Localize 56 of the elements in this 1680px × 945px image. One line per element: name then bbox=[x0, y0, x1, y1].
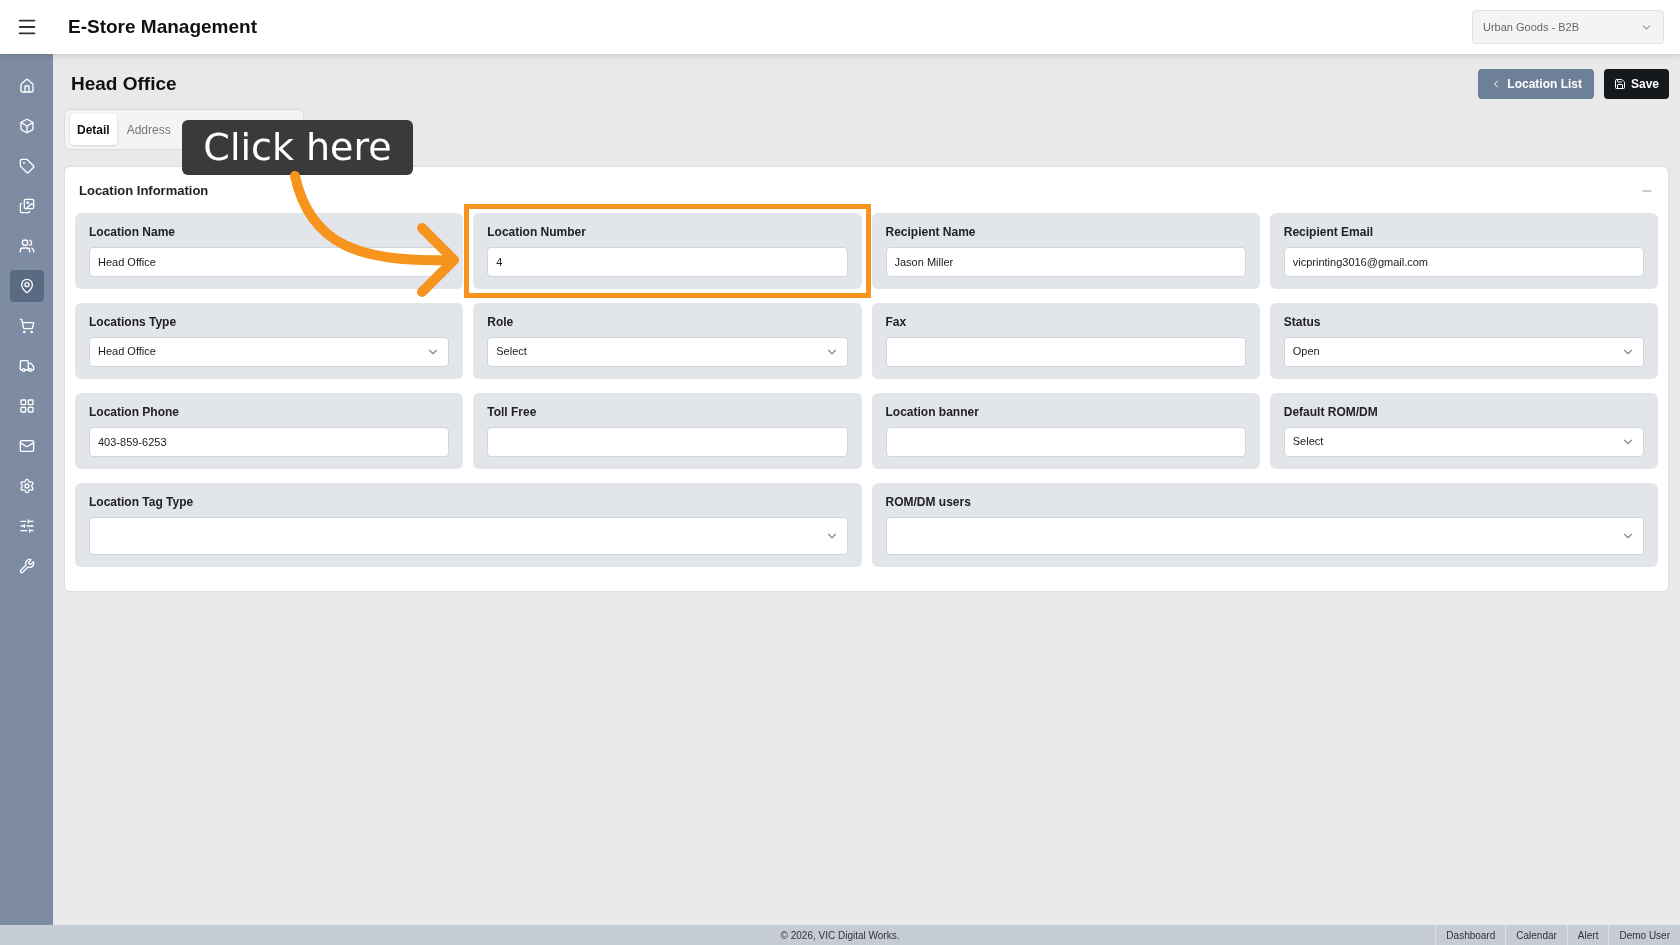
users-icon bbox=[18, 238, 35, 254]
footer-link[interactable]: Alert bbox=[1566, 925, 1609, 945]
field-label: Role bbox=[487, 313, 515, 331]
field-label: ROM/DM users bbox=[885, 493, 972, 511]
truck-icon bbox=[18, 358, 35, 374]
select-field[interactable] bbox=[885, 516, 1644, 555]
input-field[interactable]: vicprinting3016@gmail.com bbox=[1283, 246, 1644, 277]
mail-icon bbox=[18, 438, 35, 454]
field-label: Location Number bbox=[487, 223, 587, 241]
sliders-icon bbox=[18, 518, 35, 534]
input-field[interactable]: 403-859-6253 bbox=[89, 426, 450, 457]
field-label: Default ROM/DM bbox=[1283, 403, 1379, 421]
field-label: Location Phone bbox=[89, 403, 180, 421]
select-field[interactable]: Open bbox=[1283, 336, 1644, 367]
select-field[interactable]: Select bbox=[487, 336, 848, 367]
footer-link[interactable]: Demo User bbox=[1608, 925, 1680, 945]
section-title: Location Information bbox=[79, 182, 209, 200]
app-title: E-Store Management bbox=[68, 14, 257, 39]
copyright-text: © 2026, VIC Digital Works. bbox=[780, 928, 900, 943]
box-icon bbox=[18, 118, 35, 134]
input-field[interactable] bbox=[487, 426, 848, 457]
cart-icon bbox=[18, 318, 35, 334]
location-list-button[interactable]: Location List bbox=[1478, 69, 1594, 99]
tab[interactable]: Address bbox=[119, 114, 178, 145]
field-label: Location banner bbox=[885, 403, 980, 421]
store-select[interactable]: Urban Goods - B2B bbox=[1472, 10, 1664, 44]
input-field[interactable] bbox=[885, 426, 1246, 457]
select-field[interactable]: Head Office bbox=[89, 336, 450, 367]
field-label: Location Name bbox=[89, 223, 176, 241]
field-label: Recipient Email bbox=[1283, 223, 1375, 241]
save-button[interactable]: Save bbox=[1603, 69, 1669, 99]
tag-icon bbox=[18, 158, 35, 174]
select-field[interactable] bbox=[89, 516, 848, 555]
input-field[interactable]: 4 bbox=[487, 246, 848, 277]
sidebar-item[interactable] bbox=[9, 270, 44, 302]
wrench-icon bbox=[18, 558, 35, 574]
field-label: Location Tag Type bbox=[89, 493, 195, 511]
image-icon bbox=[18, 198, 35, 214]
grid-icon bbox=[18, 398, 35, 414]
save-icon bbox=[1613, 78, 1626, 90]
input-field[interactable]: Jason Miller bbox=[885, 246, 1246, 277]
select-field[interactable]: Select bbox=[1283, 426, 1644, 457]
field-label: Recipient Name bbox=[885, 223, 977, 241]
footer-link[interactable]: Dashboard bbox=[1435, 925, 1506, 945]
callout: Click here bbox=[182, 120, 413, 175]
map-pin-icon bbox=[18, 278, 35, 294]
home-icon bbox=[18, 78, 35, 94]
page-title: Head Office bbox=[71, 71, 177, 96]
settings-icon bbox=[18, 478, 35, 494]
input-field[interactable] bbox=[885, 336, 1246, 367]
field-label: Locations Type bbox=[89, 313, 178, 331]
footer-link[interactable]: Calendar bbox=[1505, 925, 1567, 945]
tab[interactable]: Detail bbox=[70, 114, 117, 145]
field-label: Status bbox=[1283, 313, 1322, 331]
field-label: Toll Free bbox=[487, 403, 538, 421]
field-label: Fax bbox=[885, 313, 908, 331]
